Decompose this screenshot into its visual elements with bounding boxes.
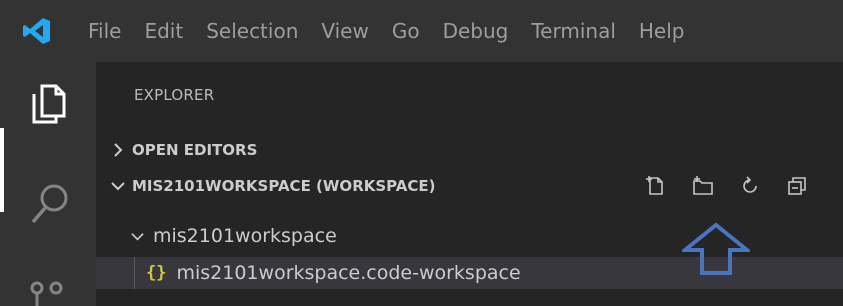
menu-go[interactable]: Go (392, 19, 420, 43)
vscode-logo-icon (23, 18, 50, 44)
search-icon[interactable] (28, 180, 72, 228)
json-file-icon: {} (146, 263, 167, 283)
new-file-icon[interactable] (645, 175, 667, 197)
tree-folder-label: mis2101workspace (153, 225, 337, 247)
activity-bar (0, 62, 96, 306)
chevron-down-icon (111, 182, 125, 191)
tree-file-label: mis2101workspace.code-workspace (176, 262, 521, 284)
up-arrow-icon (682, 222, 750, 275)
menu-view[interactable]: View (321, 19, 368, 43)
menubar: File Edit Selection View Go Debug Termin… (0, 0, 843, 62)
menu-terminal[interactable]: Terminal (531, 19, 616, 43)
refresh-icon[interactable] (739, 175, 761, 197)
explorer-title: EXPLORER (134, 86, 215, 104)
collapse-all-icon[interactable] (786, 175, 808, 197)
section-workspace-label: MIS2101WORKSPACE (WORKSPACE) (132, 177, 436, 195)
chevron-right-icon (114, 143, 123, 157)
section-open-editors[interactable]: OPEN EDITORS (96, 133, 843, 167)
new-folder-icon[interactable] (692, 175, 714, 197)
source-control-icon[interactable] (30, 276, 70, 306)
menu-items: File Edit Selection View Go Debug Termin… (88, 0, 708, 62)
files-icon[interactable] (30, 82, 70, 126)
menu-edit[interactable]: Edit (144, 19, 183, 43)
menu-help[interactable]: Help (639, 19, 685, 43)
workspace-toolbar (645, 169, 833, 203)
menu-selection[interactable]: Selection (206, 19, 298, 43)
indent-guide (134, 257, 135, 289)
menu-debug[interactable]: Debug (443, 19, 509, 43)
menu-file[interactable]: File (88, 19, 121, 43)
active-indicator (0, 128, 4, 212)
chevron-down-icon (131, 232, 144, 241)
section-open-editors-label: OPEN EDITORS (132, 141, 258, 159)
